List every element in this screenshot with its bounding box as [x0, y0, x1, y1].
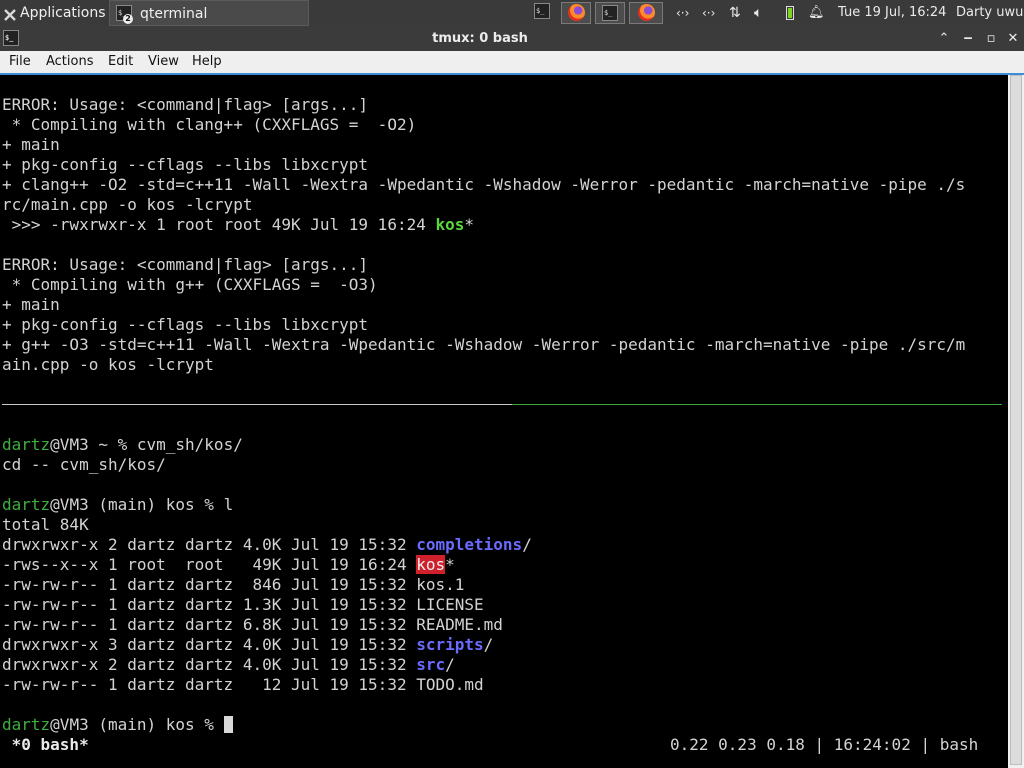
file-name: scripts — [416, 635, 484, 654]
listing-row: -rw-rw-r-- 1 dartz dartz 1.3K Jul 19 15:… — [2, 595, 484, 615]
close-button[interactable]: ✕ — [1006, 26, 1020, 51]
listing-total: total 84K — [2, 515, 89, 534]
file-suffix: / — [445, 655, 455, 674]
file-meta: -rw-rw-r-- 1 dartz dartz 846 Jul 19 15:3… — [2, 575, 417, 594]
listing-row: drwxrwxr-x 2 dartz dartz 4.0K Jul 19 15:… — [2, 655, 455, 675]
notifications-icon[interactable]: 🔔︎ — [808, 0, 825, 26]
battery-icon[interactable] — [784, 0, 798, 26]
menu-file[interactable]: File — [9, 51, 31, 73]
file-suffix: / — [522, 535, 532, 554]
file-name: completions — [416, 535, 523, 554]
prompt-command: @VM3 ~ % cvm_sh/kos/ — [50, 435, 243, 454]
shade-button[interactable]: ⌃ — [937, 26, 951, 51]
file-meta: drwxrwxr-x 3 dartz dartz 4.0K Jul 19 15:… — [2, 635, 417, 654]
pane-divider-active[interactable] — [512, 404, 1002, 405]
firefox-icon — [568, 4, 585, 21]
pane-divider[interactable] — [2, 404, 512, 405]
x-logo-icon — [3, 5, 17, 21]
terminal-line: ERROR: Usage: <command|flag> [args...] — [2, 255, 369, 274]
build-result-line: >>> -rwxrwxr-x 1 root root 49K Jul 19 16… — [2, 215, 474, 235]
terminal-area[interactable]: ERROR: Usage: <command|flag> [args...] *… — [0, 73, 1024, 768]
terminal-line: + main — [2, 135, 60, 154]
exec-marker: * — [464, 215, 475, 234]
terminal-line: cd -- cvm_sh/kos/ — [2, 455, 166, 474]
taskbar-label: qterminal — [140, 6, 208, 22]
text-cursor — [223, 716, 233, 733]
listing-row: -rw-rw-r-- 1 dartz dartz 846 Jul 19 15:3… — [2, 575, 464, 595]
prompt-line: dartz@VM3 ~ % cvm_sh/kos/ — [2, 435, 243, 455]
listing-row: -rw-rw-r-- 1 dartz dartz 6.8K Jul 19 15:… — [2, 615, 503, 635]
applications-menu-button[interactable]: Applications — [0, 0, 110, 26]
user-menu[interactable]: Darty uwu — [956, 0, 1024, 26]
terminal-line: + pkg-config --cflags --libs libxcrypt — [2, 155, 369, 174]
file-name: src — [416, 655, 446, 674]
prompt-line[interactable]: dartz@VM3 (main) kos % — [2, 715, 233, 735]
listing-row: -rw-rw-r-- 1 dartz dartz 12 Jul 19 15:32… — [2, 675, 484, 695]
terminal-icon: $_ — [602, 5, 618, 21]
listing-row: drwxrwxr-x 2 dartz dartz 4.0K Jul 19 15:… — [2, 535, 532, 555]
file-name: LICENSE — [416, 595, 484, 614]
file-name: kos.1 — [416, 575, 465, 594]
taskbar-qterminal[interactable]: $_ 2 qterminal — [109, 0, 309, 26]
terminal-icon: $_ — [534, 3, 550, 19]
menu-edit[interactable]: Edit — [108, 51, 133, 73]
launcher-firefox-2[interactable] — [629, 2, 663, 24]
file-meta: -rw-rw-r-- 1 dartz dartz 6.8K Jul 19 15:… — [2, 615, 417, 634]
file-meta: drwxrwxr-x 2 dartz dartz 4.0K Jul 19 15:… — [2, 535, 417, 554]
firefox-icon — [638, 4, 655, 21]
network-icon-2[interactable]: ‹·› — [702, 0, 722, 26]
prompt-user: dartz — [2, 715, 51, 734]
applications-label: Applications — [20, 5, 106, 21]
network-icon[interactable]: ‹·› — [676, 0, 696, 26]
window-title: tmux: 0 bash — [432, 31, 528, 46]
minimize-button[interactable]: ‒ — [961, 26, 975, 51]
terminal-line: rc/main.cpp -o kos -lcrypt — [2, 195, 253, 214]
menu-bar: File Actions Edit View Help — [0, 51, 1024, 73]
file-suffix: / — [483, 635, 494, 654]
volume-icon[interactable]: 🔈︎ — [754, 0, 772, 26]
launcher-terminal[interactable]: $_ — [529, 2, 555, 24]
tmux-window-list[interactable]: *0 bash* — [2, 735, 89, 755]
terminal-line: ERROR: Usage: <command|flag> [args...] — [2, 95, 369, 114]
prompt-command: @VM3 (main) kos % l — [50, 495, 234, 514]
binary-name: kos — [435, 215, 465, 234]
file-meta: -rw-rw-r-- 1 dartz dartz 12 Jul 19 15:32 — [2, 675, 417, 694]
file-name: kos — [416, 555, 446, 574]
listing-row: drwxrwxr-x 3 dartz dartz 4.0K Jul 19 15:… — [2, 635, 493, 655]
terminal-line: * Compiling with g++ (CXXFLAGS = -O3) — [2, 275, 378, 294]
file-name: README.md — [416, 615, 503, 634]
maximize-button[interactable]: ▫ — [984, 26, 998, 51]
window-count-badge: 2 — [123, 14, 133, 24]
menu-actions[interactable]: Actions — [46, 51, 94, 73]
file-meta: -rws--x--x 1 root root 49K Jul 19 16:24 — [2, 555, 417, 574]
clock[interactable]: Tue 19 Jul, 16:24 — [838, 0, 948, 26]
terminal-line: * Compiling with clang++ (CXXFLAGS = -O2… — [2, 115, 417, 134]
terminal-line: + main — [2, 295, 60, 314]
top-panel: Applications $_ 2 qterminal $_ $_ ‹·› ‹·… — [0, 0, 1024, 26]
window-titlebar[interactable]: $_ tmux: 0 bash ⌃ ‒ ▫ ✕ — [0, 26, 1024, 51]
prompt-user: dartz — [2, 435, 51, 454]
prompt-line: dartz@VM3 (main) kos % l — [2, 495, 233, 515]
terminal-line: + pkg-config --cflags --libs libxcrypt — [2, 315, 369, 334]
prompt-user: dartz — [2, 495, 51, 514]
terminal-line: ain.cpp -o kos -lcrypt — [2, 355, 214, 374]
menu-help[interactable]: Help — [192, 51, 222, 73]
terminal-line: + g++ -O3 -std=c++11 -Wall -Wextra -Wped… — [2, 335, 966, 354]
tmux-status-right: 0.22 0.23 0.18 | 16:24:02 | bash — [670, 735, 979, 754]
build-result-meta: >>> -rwxrwxr-x 1 root root 49K Jul 19 16… — [2, 215, 436, 234]
network-updown-icon[interactable]: ⇅ — [729, 0, 747, 26]
launcher-terminal-2[interactable]: $_ — [595, 2, 625, 24]
prompt-command: @VM3 (main) kos % — [50, 715, 224, 734]
file-name: TODO.md — [416, 675, 484, 694]
file-suffix: * — [445, 555, 455, 574]
listing-row: -rws--x--x 1 root root 49K Jul 19 16:24 … — [2, 555, 455, 575]
file-meta: -rw-rw-r-- 1 dartz dartz 1.3K Jul 19 15:… — [2, 595, 417, 614]
terminal-line: + clang++ -O2 -std=c++11 -Wall -Wextra -… — [2, 175, 966, 194]
launcher-firefox[interactable] — [561, 2, 591, 24]
menu-view[interactable]: View — [148, 51, 179, 73]
scrollbar-thumb[interactable] — [1010, 75, 1022, 765]
file-meta: drwxrwxr-x 2 dartz dartz 4.0K Jul 19 15:… — [2, 655, 417, 674]
